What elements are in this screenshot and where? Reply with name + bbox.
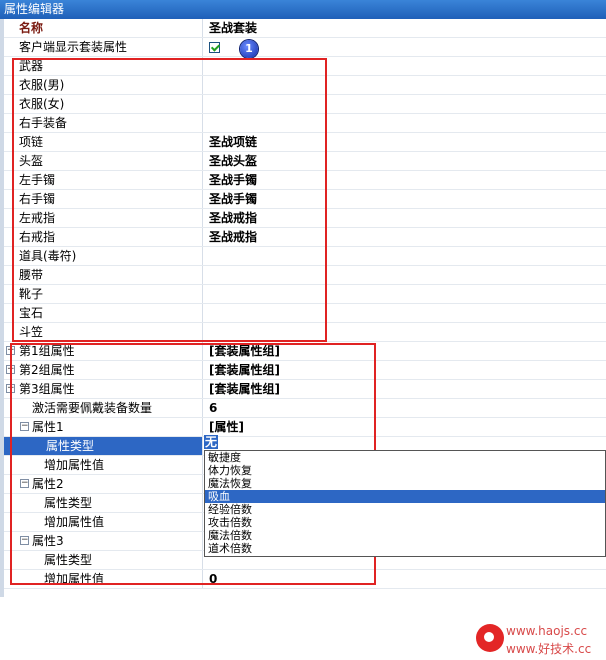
property-value-cell[interactable] (203, 38, 606, 56)
site-watermark: www.haojs.cc www.好技术.cc (476, 622, 604, 658)
dropdown-option[interactable]: 魔法倍数 (205, 529, 605, 542)
dropdown-option[interactable]: 魔法恢复 (205, 477, 605, 490)
dropdown-option[interactable]: 攻击倍数 (205, 516, 605, 529)
dropdown-option[interactable]: 经验倍数 (205, 503, 605, 516)
dropdown-option[interactable]: 敏捷度 (205, 451, 605, 464)
window-title: 属性编辑器 (4, 2, 65, 16)
property-label: 客户端显示套装属性 (19, 40, 128, 54)
watermark-url-chinese: www.好技术.cc (506, 642, 592, 656)
show-set-attributes-checkbox[interactable] (209, 42, 220, 53)
annotation-box-equipment (12, 58, 327, 342)
property-row[interactable]: 名称 圣战套装 (4, 19, 606, 38)
property-row[interactable]: 客户端显示套装属性 (4, 38, 606, 57)
property-value-cell[interactable]: 圣战套装 (203, 19, 606, 37)
dropdown-option[interactable]: 体力恢复 (205, 464, 605, 477)
window-title-bar: 属性编辑器 (0, 0, 606, 19)
attribute-type-dropdown-list[interactable]: 敏捷度 体力恢复 魔法恢复 吸血 经验倍数 攻击倍数 魔法倍数 道术倍数 (204, 450, 606, 557)
dropdown-option[interactable]: 道术倍数 (205, 542, 605, 555)
dropdown-option[interactable]: 吸血 (205, 490, 605, 503)
property-value: 圣战套装 (209, 21, 258, 35)
watermark-logo-icon (476, 624, 504, 652)
property-key-cell[interactable]: 客户端显示套装属性 (4, 38, 203, 56)
property-label: 名称 (19, 21, 44, 35)
annotation-badge-1: 1 (240, 40, 258, 58)
attribute-type-current-value: 无 (204, 435, 219, 449)
property-key-cell[interactable]: 名称 (4, 19, 203, 37)
attribute-type-edit-cell[interactable]: 无 (204, 434, 606, 451)
watermark-url-latin: www.haojs.cc (506, 624, 588, 638)
